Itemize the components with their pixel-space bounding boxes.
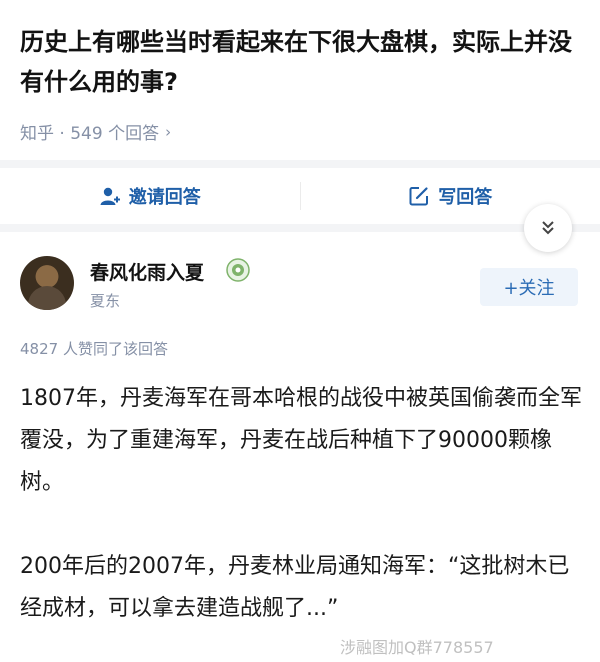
follow-button[interactable]: +关注 [480,268,578,306]
section-divider [0,160,600,168]
invite-answer-button[interactable]: 邀请回答 [0,168,300,224]
answer-count[interactable]: 知乎 · 549 个回答 [20,119,159,144]
double-chevron-down-icon [542,221,554,235]
achievement-badge-icon[interactable] [226,258,250,282]
write-answer-label: 写回答 [438,187,493,208]
invite-user-icon [100,187,120,205]
answer-paragraph: 1807年，丹麦海军在哥本哈根的战役中被英国偷袭而全军覆没，为了重建海军，丹麦在… [20,386,582,495]
question-title[interactable]: 历史上有哪些当时看起来在下很大盘棋，实际上并没有什么用的事? [20,22,582,102]
question-meta[interactable]: 知乎 · 549 个回答 › [20,119,172,145]
answer-body[interactable]: 1807年，丹麦海军在哥本哈根的战役中被英国偷袭而全军覆没，为了重建海军，丹麦在… [20,378,585,662]
upvote-count: 4827 人赞同了该回答 [20,340,168,358]
question-action-bar: 邀请回答 写回答 [0,168,600,224]
watermark: 涉融图加Q群778557 [340,638,494,657]
chevron-right-icon: › [165,122,172,141]
section-divider [0,224,600,232]
invite-answer-label: 邀请回答 [128,187,201,208]
author-name[interactable]: 春风化雨入夏 [90,258,204,285]
author-row: 春风化雨入夏 夏东 +关注 [0,240,600,330]
edit-icon [409,187,429,206]
answer-paragraph: 200年后的2007年，丹麦林业局通知海军：“这批树木已经成材，可以拿去建造战舰… [20,554,570,621]
question-header: 历史上有哪些当时看起来在下很大盘棋，实际上并没有什么用的事? 知乎 · 549 … [0,0,600,160]
avatar[interactable] [20,256,74,310]
author-bio: 夏东 [90,292,121,310]
